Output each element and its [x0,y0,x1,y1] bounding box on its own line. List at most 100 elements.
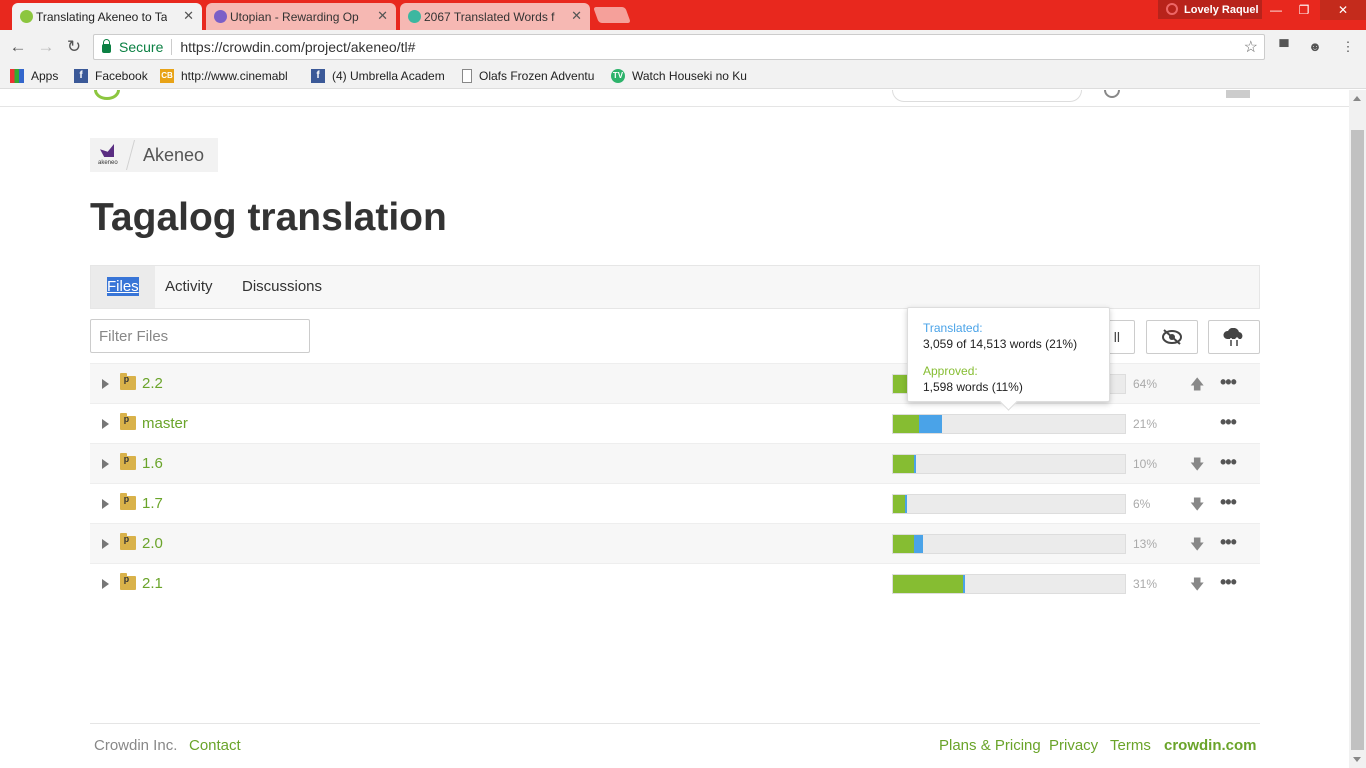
avatar[interactable] [1226,90,1250,98]
bookmark-umbrella[interactable]: f (4) Umbrella Academ [311,69,445,83]
cloud-sync-button[interactable] [1208,320,1260,354]
cb-icon: CB [160,69,174,83]
file-row[interactable]: 1.6 10% 🡇 ••• [90,443,1260,483]
scrollbar-thumb[interactable] [1351,130,1364,750]
bookmarks-bar: Apps f Facebook CB http://www.cinemabl f… [0,64,1366,89]
tab-activity[interactable]: Activity [149,266,229,308]
tooltip-translated-label: Translated: [923,321,983,335]
branch-folder-icon [120,493,136,510]
lock-icon [102,38,111,53]
download-icon[interactable]: 🡇 [1190,534,1204,552]
download-icon[interactable]: 🡇 [1190,574,1204,592]
tab-discussions[interactable]: Discussions [226,266,338,308]
file-name-link[interactable]: 2.0 [142,535,163,552]
more-options-icon[interactable]: ••• [1220,452,1242,472]
back-arrow-icon[interactable]: ← [8,38,28,56]
forward-arrow-icon[interactable]: → [36,38,56,56]
tab-files[interactable]: Files [91,266,155,308]
filter-files-input[interactable] [90,319,310,353]
branch-folder-icon [120,533,136,550]
bookmark-label: Facebook [95,69,148,83]
minimize-button[interactable]: — [1262,0,1290,20]
expand-arrow-icon[interactable] [102,499,109,509]
footer-brand-link[interactable]: crowdin.com [1164,737,1257,754]
download-icon[interactable]: 🡇 [1190,494,1204,512]
browser-tab[interactable]: 2067 Translated Words f ✕ [400,3,590,30]
more-options-icon[interactable]: ••• [1220,572,1242,592]
expand-arrow-icon[interactable] [102,579,109,589]
file-name-link[interactable]: 2.2 [142,375,163,392]
browser-toolbar: ← → ↻ Secure https://crowdin.com/project… [0,30,1366,64]
new-tab-button[interactable] [593,7,631,23]
scroll-down-arrow-icon[interactable] [1353,757,1361,762]
download-icon[interactable]: 🡇 [1190,454,1204,472]
footer-contact-link[interactable]: Contact [189,737,241,754]
hide-untranslated-button[interactable] [1146,320,1198,354]
extension-owl-icon[interactable]: ☻ [1307,39,1323,55]
file-name-link[interactable]: 2.1 [142,575,163,592]
window-close-button[interactable]: ✕ [1320,0,1366,20]
crowdin-logo-icon[interactable] [94,90,120,100]
browser-tab-active[interactable]: Translating Akeneo to Ta ✕ [12,3,202,30]
translation-progress-bar [892,494,1126,514]
facebook-icon: f [311,69,325,83]
close-tab-icon[interactable]: ✕ [571,8,582,24]
url-text[interactable]: https://crowdin.com/project/akeneo/tl# [180,39,415,55]
bookmark-label: http://www.cinemabl [181,69,288,83]
akeneo-logo-icon [100,144,114,157]
address-bar[interactable]: Secure https://crowdin.com/project/akene… [93,34,1265,60]
help-icon[interactable] [1104,90,1120,98]
project-logo[interactable]: akeneo [90,138,126,172]
scroll-up-arrow-icon[interactable] [1353,96,1361,101]
file-name-link[interactable]: 1.7 [142,495,163,512]
secure-label: Secure [119,39,164,55]
footer-privacy-link[interactable]: Privacy [1049,737,1098,754]
close-tab-icon[interactable]: ✕ [377,8,388,24]
more-options-icon[interactable]: ••• [1220,492,1242,512]
file-name-link[interactable]: 1.6 [142,455,163,472]
more-options-icon[interactable]: ••• [1220,412,1242,432]
file-row[interactable]: 2.0 13% 🡇 ••• [90,523,1260,563]
bookmark-houseki[interactable]: TV Watch Houseki no Ku [611,69,747,83]
expand-arrow-icon[interactable] [102,419,109,429]
expand-arrow-icon[interactable] [102,379,109,389]
bookmark-olaf[interactable]: Olafs Frozen Adventu [462,69,598,83]
approved-fill [893,535,914,553]
profile-button[interactable]: Lovely Raquel [1158,0,1262,19]
file-name-link[interactable]: master [142,415,188,432]
tv-icon: TV [611,69,625,83]
bookmark-apps[interactable]: Apps [10,69,70,83]
footer-terms-link[interactable]: Terms [1110,737,1151,754]
upload-icon[interactable]: 🡅 [1190,374,1204,392]
restore-button[interactable]: ❐ [1290,0,1318,20]
tooltip-approved-value: 1,598 words (11%) [923,380,1023,394]
bookmark-star-icon[interactable]: ☆ [1244,37,1258,57]
file-row[interactable]: 1.7 6% 🡇 ••• [90,483,1260,523]
reload-icon[interactable]: ↻ [64,38,84,56]
utopian-favicon-icon [214,10,227,23]
bookmark-cinemabl[interactable]: CB http://www.cinemabl [160,69,298,83]
extension-mask-icon[interactable]: ▀ [1276,39,1292,55]
file-row[interactable]: 2.1 31% 🡇 ••• [90,563,1260,603]
bookmark-label: (4) Umbrella Academ [332,69,445,83]
branch-folder-icon [120,413,136,430]
footer-plans-link[interactable]: Plans & Pricing [939,737,1041,754]
approved-fill [893,575,963,593]
menu-kebab-icon[interactable]: ⋮ [1340,39,1356,55]
more-options-icon[interactable]: ••• [1220,372,1242,392]
bookmark-facebook[interactable]: f Facebook [74,69,154,83]
page-icon [462,69,472,83]
page-scrollbar[interactable] [1349,90,1366,768]
more-options-icon[interactable]: ••• [1220,532,1242,552]
expand-arrow-icon[interactable] [102,459,109,469]
branch-folder-icon [120,373,136,390]
site-search-input[interactable] [892,90,1082,102]
browser-tab[interactable]: Utopian - Rewarding Op ✕ [206,3,396,30]
bookmark-label: Watch Houseki no Ku [632,69,747,83]
close-tab-icon[interactable]: ✕ [183,8,194,24]
project-name-link[interactable]: Akeneo [143,145,204,166]
translation-progress-bar[interactable] [892,414,1126,434]
expand-arrow-icon[interactable] [102,539,109,549]
file-row[interactable]: master 21% ••• [90,403,1260,443]
page-tabs: Files Activity Discussions [90,265,1260,309]
